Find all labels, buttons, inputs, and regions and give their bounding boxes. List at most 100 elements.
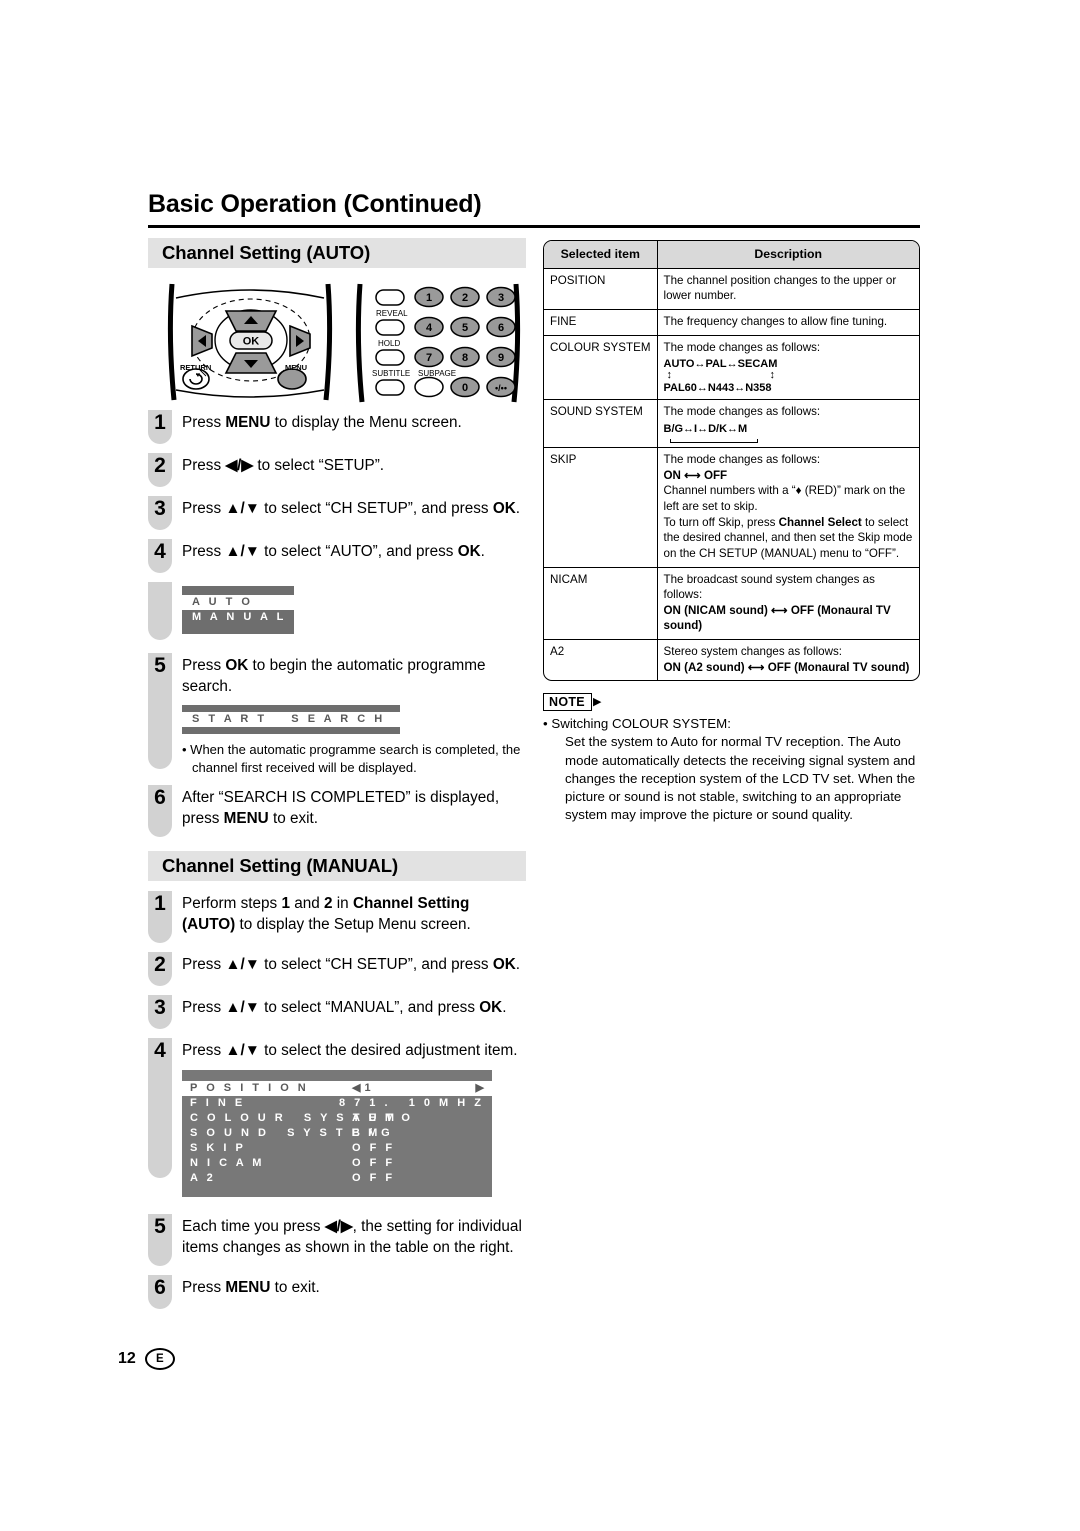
desc-line: Stereo system changes as follows: xyxy=(663,645,843,659)
remote-key-dot-dotdot: •/•• xyxy=(495,383,507,393)
description-table-wrapper: Selected item Description POSITION The c… xyxy=(543,240,920,682)
step-item: 3 Press ▲/▼ to select “MANUAL”, and pres… xyxy=(148,994,526,1029)
table-cell-item: SOUND SYSTEM xyxy=(544,399,658,449)
colour-system-diagram: AUTO↔PAL↔SECAM ↕ ↕ PAL60↔N443↔N358 xyxy=(664,358,914,394)
remote-key-7: 7 xyxy=(426,352,432,364)
table-row: A2 Stereo system changes as follows: ON … xyxy=(544,639,919,681)
step-item: 3 Press ▲/▼ to select “CH SETUP”, and pr… xyxy=(148,496,526,530)
step-text: After “SEARCH IS COMPLETED” is displayed… xyxy=(182,788,500,827)
osd-row-nicam[interactable]: N I C A M O F F xyxy=(182,1156,492,1171)
osd-row-skip[interactable]: S K I P O F F xyxy=(182,1141,492,1156)
note-arrow-icon: ▶ xyxy=(592,695,602,708)
skip-toggle-line: ON ⟷ OFF xyxy=(663,468,728,482)
osd-pad xyxy=(182,1070,492,1081)
desc-line: The mode changes as follows: xyxy=(663,453,821,467)
step-number: 5 xyxy=(148,1213,172,1266)
osd-option-auto[interactable]: A U T O xyxy=(182,595,294,610)
right-arrow-icon[interactable]: ▶ xyxy=(476,1081,484,1096)
table-row: COLOUR SYSTEM The mode changes as follow… xyxy=(544,334,919,401)
page-number: 12 xyxy=(118,1350,136,1367)
osd-row-sound-system[interactable]: S O U N D S Y S T E M B / G xyxy=(182,1126,492,1141)
table-cell-item: NICAM xyxy=(544,566,658,641)
remote-key-2: 2 xyxy=(462,292,468,304)
step-item: 2 Press ◀/▶ to select “SETUP”. xyxy=(148,453,526,487)
remote-key-4: 4 xyxy=(426,322,433,334)
osd-pad xyxy=(182,705,400,712)
manual-page: Basic Operation (Continued) Channel Sett… xyxy=(0,0,1080,1531)
note-bullet-title: Switching COLOUR SYSTEM: xyxy=(551,716,731,732)
osd-row-position[interactable]: P O S I T I O N ◀ 1 ▶ xyxy=(182,1080,492,1096)
step-text: Press OK to begin the automatic programm… xyxy=(182,657,486,696)
desc-line: The channel position changes to the uppe… xyxy=(663,273,897,303)
step-text: Press ◀/▶ to select “SETUP”. xyxy=(182,457,385,474)
osd-option-manual[interactable]: M A N U A L xyxy=(182,610,294,625)
manual-steps: 1 Perform steps 1 and 2 in Channel Setti… xyxy=(148,890,526,1309)
table-cell-item: POSITION xyxy=(544,267,658,310)
step-item: 1 Perform steps 1 and 2 in Channel Setti… xyxy=(148,890,526,943)
osd-start-search-line[interactable]: S T A R T S E A R C H xyxy=(182,712,400,728)
section-heading-auto: Channel Setting (AUTO) xyxy=(148,238,526,268)
remote-control-svg: OK RETURN MENU REVEAL 1 2 3 HOLD 4 5 6 S… xyxy=(167,283,521,403)
note-body: • Switching COLOUR SYSTEM: Set the syste… xyxy=(543,715,920,823)
remote-key-0: 0 xyxy=(462,382,468,394)
osd-auto-manual: A U T O M A N U A L xyxy=(182,586,294,634)
osd-start-search: S T A R T S E A R C H xyxy=(182,705,400,735)
remote-hold-label: HOLD xyxy=(378,339,400,348)
sound-system-bracket xyxy=(664,435,776,444)
table-header-row: Selected item Description xyxy=(544,241,919,269)
osd-row-label: C O L O U R S Y S T E M xyxy=(190,1111,398,1124)
step-number: 4 xyxy=(148,539,172,573)
step-text: Perform steps 1 and 2 in Channel Setting… xyxy=(182,894,471,933)
colour-system-bottom: PAL60↔N443↔N358 xyxy=(663,382,772,395)
osd-row-colour-system[interactable]: C O L O U R S Y S T E M A U T O xyxy=(182,1111,492,1126)
step-text: Press MENU to display the Menu screen. xyxy=(182,414,462,431)
desc-line: The frequency changes to allow fine tuni… xyxy=(663,314,888,328)
step-item: 6 After “SEARCH IS COMPLETED” is display… xyxy=(148,784,526,837)
remote-reveal-label: REVEAL xyxy=(376,309,408,318)
desc-line: To turn off Skip, press Channel Select t… xyxy=(663,515,913,560)
section-heading-manual-label: Channel Setting (MANUAL) xyxy=(162,854,399,876)
up-down-arrow-icon: ↕ xyxy=(666,369,673,382)
step-number: 5 xyxy=(148,653,172,769)
osd-pad xyxy=(182,727,400,734)
desc-line: The mode changes as follows: xyxy=(663,405,821,419)
remote-control-illustration: OK RETURN MENU REVEAL 1 2 3 HOLD 4 5 6 S… xyxy=(152,278,526,406)
step-spacer xyxy=(148,582,172,640)
table-cell-item: SKIP xyxy=(544,447,658,568)
osd-pad xyxy=(182,625,294,634)
osd-pad xyxy=(182,1186,492,1197)
table-cell-item: FINE xyxy=(544,308,658,336)
right-column: Selected item Description POSITION The c… xyxy=(543,240,920,824)
osd-row-a2[interactable]: A 2 O F F xyxy=(182,1171,492,1186)
remote-left-cluster: OK RETURN MENU xyxy=(167,283,333,401)
osd-auto-manual-block: A U T O M A N U A L xyxy=(148,582,526,644)
osd-row-value: O F F xyxy=(352,1156,396,1169)
remote-key-6: 6 xyxy=(498,322,504,334)
table-cell-description: Stereo system changes as follows: ON (A2… xyxy=(656,639,919,681)
osd-row-label: N I C A M xyxy=(190,1156,265,1169)
osd-row-value-text: 1 xyxy=(364,1081,374,1094)
table-row: POSITION The channel position changes to… xyxy=(544,267,919,310)
step-number: 4 xyxy=(148,1037,172,1178)
colour-system-top: AUTO↔PAL↔SECAM xyxy=(663,358,778,371)
table-header-selected-item: Selected item xyxy=(544,241,658,269)
section-heading-manual: Channel Setting (MANUAL) xyxy=(148,850,526,881)
remote-key-9: 9 xyxy=(498,352,504,364)
up-down-arrow-icon: ↕ xyxy=(769,369,776,382)
section-heading-auto-label: Channel Setting (AUTO) xyxy=(162,242,371,263)
a2-toggle-line: ON (A2 sound) ⟷ OFF (Monaural TV sound) xyxy=(663,660,910,674)
step-number: 3 xyxy=(148,496,172,530)
left-arrow-icon[interactable]: ◀ xyxy=(352,1082,360,1094)
step-text: Press ▲/▼ to select “CH SETUP”, and pres… xyxy=(182,500,521,517)
remote-keypad-cluster: REVEAL 1 2 3 HOLD 4 5 6 SUBTITLE SUBPAGE… xyxy=(355,283,521,403)
table-row: SKIP The mode changes as follows: ON ⟷ O… xyxy=(544,447,919,568)
step-text: Press ▲/▼ to select the desired adjustme… xyxy=(182,1041,518,1059)
page-header: Basic Operation (Continued) xyxy=(148,190,920,228)
table-cell-item: A2 xyxy=(544,639,658,681)
left-column: Channel Setting (AUTO) OK RETURN MENU RE… xyxy=(148,238,526,1318)
note-tag-wrapper: NOTE ▶ xyxy=(543,693,920,712)
osd-row-fine[interactable]: F I N E 8 7 1 . 1 0 M H Z xyxy=(182,1096,492,1111)
table-header-description: Description xyxy=(656,241,919,269)
osd-row-label: S O U N D S Y S T E M xyxy=(190,1126,381,1139)
note-bullet-body: Set the system to Auto for normal TV rec… xyxy=(565,734,916,822)
